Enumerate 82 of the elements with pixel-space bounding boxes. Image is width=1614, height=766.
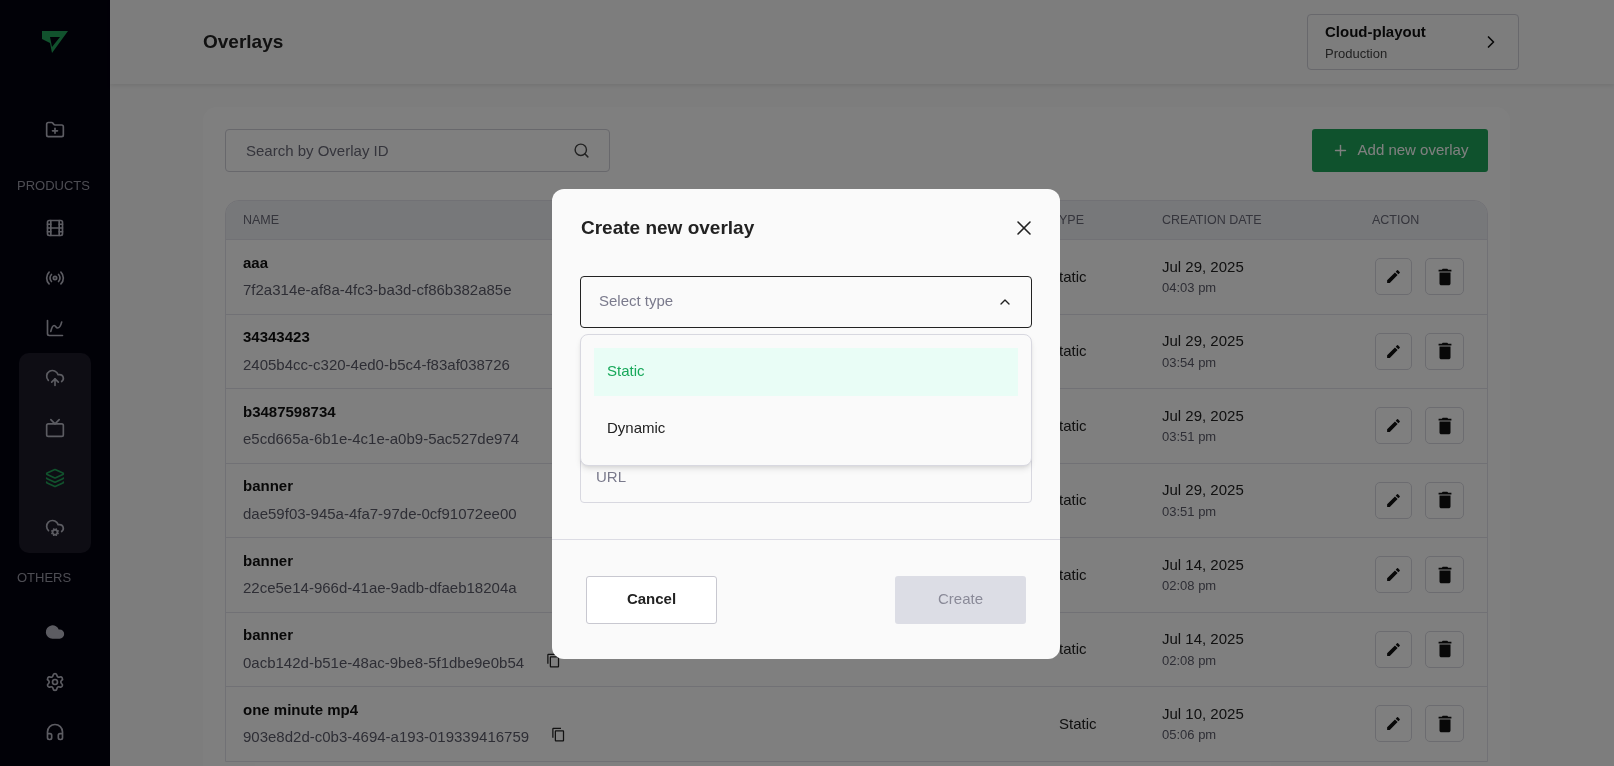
edit-button[interactable] (1375, 407, 1412, 445)
dialog-title: Create new overlay (581, 216, 755, 240)
column-header: ACTION (1372, 211, 1420, 229)
edit-button[interactable] (1375, 332, 1412, 370)
folder-plus-icon[interactable] (45, 120, 65, 140)
creation-time: 03:51 pm (1162, 428, 1218, 447)
creation-date: Jul 14, 2025 (1162, 629, 1245, 650)
overlay-id: 0acb142d-b51e-48ac-9be8-5f1dbe9e0b54 (243, 652, 525, 673)
pencil-icon (1385, 417, 1402, 435)
image-film-icon[interactable] (45, 218, 65, 238)
delete-button[interactable] (1425, 705, 1464, 743)
overlay-id: 903e8d2d-c0b3-4694-a193-019339416759 (243, 727, 530, 748)
creation-date: Jul 29, 2025 (1162, 256, 1245, 277)
edit-button[interactable] (1375, 556, 1412, 594)
edit-button[interactable] (1375, 481, 1412, 519)
section-label: PRODUCTS (16, 178, 90, 194)
workspace-switcher[interactable]: Cloud-playout Production (1307, 14, 1519, 70)
pencil-icon (1385, 268, 1402, 286)
edit-button[interactable] (1375, 630, 1412, 668)
type-option[interactable]: Dynamic (594, 404, 1018, 453)
creation-date: Jul 10, 2025 (1162, 703, 1245, 724)
overlay-type: tatic (1059, 564, 1087, 585)
edit-button[interactable] (1375, 258, 1412, 296)
settings-icon[interactable] (45, 672, 65, 692)
overlay-name: aaa (243, 252, 270, 273)
line-chart-icon[interactable] (45, 318, 65, 338)
overlay-type: Static (1059, 713, 1097, 734)
creation-date: Jul 29, 2025 (1162, 405, 1245, 426)
column-header: NAME (242, 211, 280, 229)
overlay-name: banner (243, 625, 294, 646)
type-select[interactable]: Select type (580, 275, 1032, 328)
creation-time: 04:03 pm (1162, 279, 1218, 298)
overlay-name: banner (243, 476, 294, 497)
search-icon (573, 142, 590, 159)
delete-button[interactable] (1425, 481, 1464, 519)
search-field[interactable]: Search by Overlay ID (225, 129, 610, 172)
creation-time: 03:51 pm (1162, 502, 1218, 521)
pencil-icon (1385, 640, 1402, 658)
pencil-icon (1385, 715, 1402, 733)
overlay-name: banner (243, 550, 294, 571)
overlay-id: e5cd665a-6b1e-4c1e-a0b9-5ac527de974 (243, 429, 520, 450)
creation-date: Jul 29, 2025 (1162, 480, 1245, 501)
creation-date: Jul 14, 2025 (1162, 554, 1245, 575)
cloud-icon[interactable] (45, 622, 65, 642)
cloud-gear-icon[interactable] (45, 518, 65, 538)
overlay-name: b3487598734 (243, 401, 337, 422)
type-option[interactable]: Static (594, 347, 1018, 396)
pencil-icon (1385, 342, 1402, 360)
overlay-type: tatic (1059, 266, 1087, 287)
overlay-name: 34343423 (243, 327, 311, 348)
creation-time: 02:08 pm (1162, 651, 1218, 670)
pencil-icon (1385, 566, 1402, 584)
page-title: Overlays (203, 29, 284, 54)
add-overlay-button[interactable]: Add new overlay (1312, 129, 1488, 172)
tv-icon[interactable] (45, 418, 65, 438)
overlay-id: 22ce5e14-966d-41ae-9adb-dfaeb18204a (243, 578, 517, 599)
cancel-button[interactable]: Cancel (586, 575, 717, 624)
overlay-name: one minute mp4 (243, 699, 359, 720)
column-header: YPE (1059, 211, 1084, 229)
delete-button[interactable] (1425, 407, 1464, 445)
cloud-icon[interactable] (45, 368, 65, 388)
section-label: OTHERS (16, 570, 72, 586)
creation-time: 03:54 pm (1162, 353, 1218, 372)
delete-button[interactable] (1425, 630, 1464, 668)
pencil-icon (1385, 491, 1402, 509)
overlay-id: 2405b4cc-c320-4ed0-b5c4-f83af038726 (243, 354, 510, 375)
creation-date: Jul 29, 2025 (1162, 331, 1245, 352)
overlay-type: tatic (1059, 341, 1087, 361)
delete-button[interactable] (1425, 332, 1464, 370)
overlay-type: tatic (1059, 490, 1087, 510)
broadcast-icon[interactable] (45, 268, 65, 288)
creation-time: 02:08 pm (1162, 577, 1218, 596)
overlay-id: dae59f03-945a-4fa7-97de-0cf91072ee00 (243, 503, 517, 524)
creation-time: 05:06 pm (1162, 726, 1218, 745)
headset-icon[interactable] (45, 722, 65, 742)
overlay-type: tatic (1059, 639, 1087, 659)
delete-button[interactable] (1425, 258, 1464, 296)
column-header: CREATION DATE (1162, 211, 1262, 229)
edit-button[interactable] (1375, 705, 1412, 743)
delete-button[interactable] (1425, 556, 1464, 594)
overlay-id: 7f2a314e-af8a-4fc3-ba3d-cf86b382a85e (243, 280, 512, 301)
overlay-type: tatic (1059, 415, 1087, 436)
